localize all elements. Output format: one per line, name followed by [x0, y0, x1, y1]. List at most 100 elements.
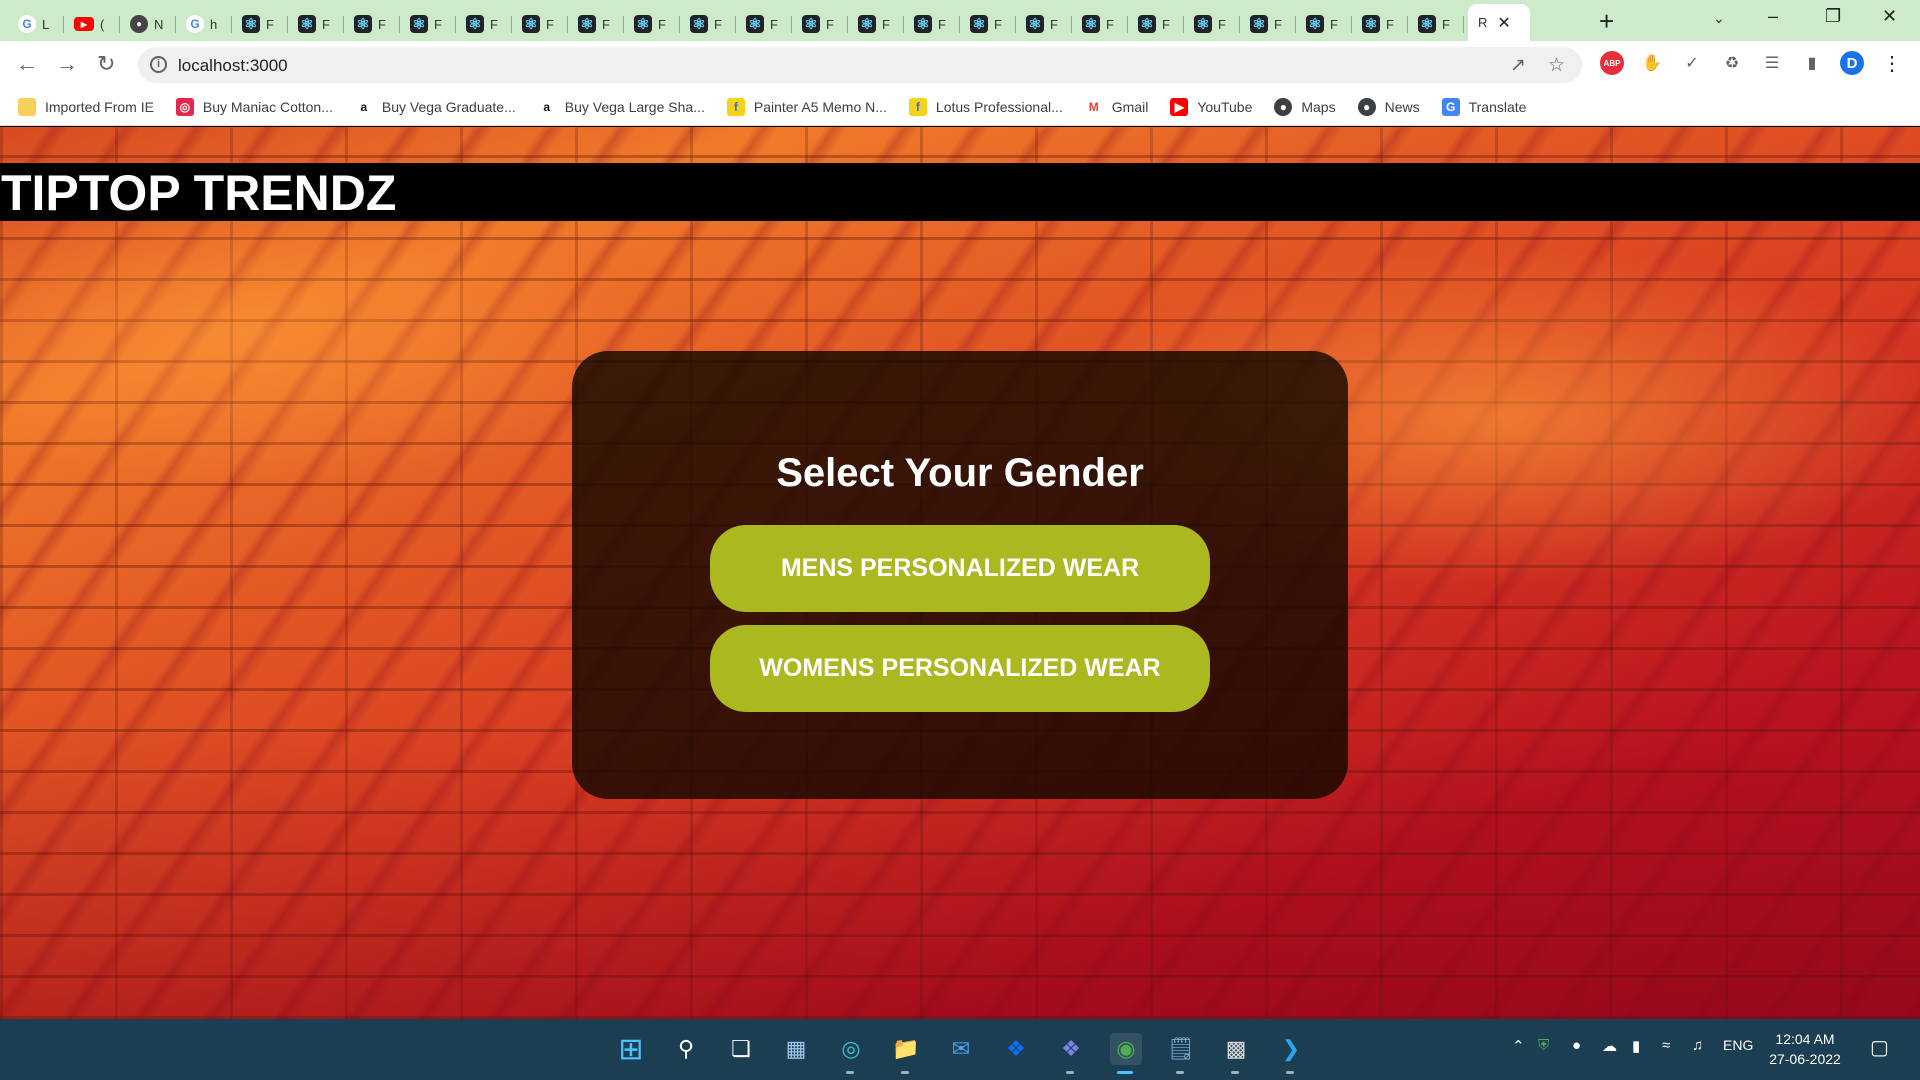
google-icon: G: [186, 15, 204, 33]
wifi-icon[interactable]: ≈: [1662, 1037, 1670, 1054]
close-window-icon[interactable]: ✕: [1882, 6, 1897, 27]
bookmark-label: YouTube: [1197, 99, 1253, 115]
bookmark-item[interactable]: a Buy Vega Graduate...: [355, 98, 516, 116]
running-indicator: [1117, 1071, 1133, 1074]
address-bar[interactable]: i localhost:3000 ↗ ☆: [138, 47, 1582, 83]
tab-title: F: [546, 16, 554, 32]
browser-tab[interactable]: ⚛ F: [680, 7, 736, 41]
tab-title: R: [1478, 15, 1488, 30]
battery-icon[interactable]: ▮: [1632, 1037, 1640, 1055]
media-control-icon[interactable]: ☰: [1760, 51, 1784, 75]
browser-tab[interactable]: ⚛ F: [1016, 7, 1072, 41]
widgets-icon[interactable]: ▦: [780, 1033, 812, 1065]
bookmark-star-icon[interactable]: ☆: [1548, 54, 1565, 77]
browser-tab[interactable]: ⚛ F: [848, 7, 904, 41]
bookmark-item[interactable]: a Buy Vega Large Sha...: [538, 98, 705, 116]
task-view-icon[interactable]: ❏: [725, 1033, 757, 1065]
show-hidden-icons-chevron-icon[interactable]: ⌃: [1512, 1037, 1525, 1055]
bookmark-item[interactable]: ▶ YouTube: [1170, 98, 1252, 116]
bookmark-item[interactable]: ● Maps: [1274, 98, 1336, 116]
bookmark-label: Buy Vega Large Sha...: [564, 99, 705, 115]
teams-tray-icon[interactable]: ●: [1572, 1037, 1581, 1054]
google-icon: G: [18, 15, 36, 33]
notifications-icon[interactable]: ▢: [1870, 1035, 1889, 1060]
tab-title: F: [1218, 16, 1226, 32]
browser-tab[interactable]: ⚛ F: [568, 7, 624, 41]
browser-tab[interactable]: ⚛ F: [344, 7, 400, 41]
browser-tab[interactable]: GL: [8, 7, 64, 41]
forward-icon[interactable]: →: [56, 52, 78, 76]
volume-icon[interactable]: ♫: [1692, 1037, 1703, 1054]
restore-icon[interactable]: ❐: [1825, 6, 1841, 27]
mens-wear-button[interactable]: MENS PERSONALIZED WEAR: [710, 525, 1210, 612]
browser-tab[interactable]: Gh: [176, 7, 232, 41]
tab-title: F: [434, 16, 442, 32]
extensions-puzzle-icon[interactable]: ♻: [1720, 51, 1744, 75]
tab-title: F: [826, 16, 834, 32]
browser-tab[interactable]: ⚛ F: [1296, 7, 1352, 41]
dropbox-icon[interactable]: ❖: [1000, 1033, 1032, 1065]
notepad-icon[interactable]: 🗒: [1165, 1033, 1197, 1065]
browser-tab[interactable]: ⚛ F: [792, 7, 848, 41]
brand-logo-text[interactable]: TIPTOP TRENDZ: [1, 166, 396, 220]
extension-hand-icon[interactable]: ✋: [1640, 51, 1664, 75]
browser-tab[interactable]: ⚛ F: [456, 7, 512, 41]
vscode-icon[interactable]: ❯: [1275, 1033, 1307, 1065]
browser-tab[interactable]: ⚛ F: [1128, 7, 1184, 41]
browser-tab-active[interactable]: R ✕: [1468, 4, 1530, 41]
browser-tab[interactable]: ⚛ F: [512, 7, 568, 41]
close-tab-icon[interactable]: ✕: [1497, 13, 1510, 33]
profile-avatar[interactable]: D: [1840, 51, 1864, 75]
url-text[interactable]: localhost:3000: [178, 56, 288, 76]
browser-tab[interactable]: ⚛ F: [904, 7, 960, 41]
bookmark-item[interactable]: f Painter A5 Memo N...: [726, 98, 887, 116]
file-explorer-icon[interactable]: 📁: [890, 1033, 922, 1065]
terminal-icon[interactable]: ▩: [1220, 1033, 1252, 1065]
browser-tab[interactable]: ⚛ F: [232, 7, 288, 41]
new-tab-button[interactable]: +: [1599, 8, 1614, 34]
teams-icon[interactable]: ❖: [1055, 1033, 1087, 1065]
bookmark-item[interactable]: M Gmail: [1085, 98, 1149, 116]
womens-wear-button[interactable]: WOMENS PERSONALIZED WEAR: [710, 625, 1210, 712]
bookmark-item[interactable]: G Translate: [1441, 98, 1526, 116]
browser-tab[interactable]: ● N: [120, 7, 176, 41]
onedrive-cloud-icon[interactable]: ☁: [1602, 1037, 1617, 1055]
browser-tab[interactable]: ⚛ F: [1072, 7, 1128, 41]
windows-start-icon[interactable]: ⊞: [615, 1033, 647, 1066]
browser-tab[interactable]: ⚛ F: [624, 7, 680, 41]
tab-search-icon[interactable]: ⌄: [1713, 10, 1725, 27]
browser-tab[interactable]: ⚛ F: [960, 7, 1016, 41]
site-info-icon[interactable]: i: [150, 56, 167, 73]
search-icon[interactable]: ⚲: [670, 1033, 702, 1065]
browser-tab[interactable]: ⚛ F: [1408, 7, 1464, 41]
browser-tab[interactable]: ⚛ F: [288, 7, 344, 41]
browser-tab[interactable]: ⚛ F: [400, 7, 456, 41]
translate-icon: G: [1441, 98, 1460, 116]
back-icon[interactable]: ←: [16, 52, 38, 76]
browser-tab[interactable]: ⚛ F: [736, 7, 792, 41]
bookmark-item[interactable]: Imported From IE: [18, 98, 154, 116]
bookmark-item[interactable]: ● News: [1357, 98, 1420, 116]
browser-tab[interactable]: ⚛ F: [1352, 7, 1408, 41]
react-icon: ⚛: [1194, 15, 1212, 33]
browser-tab[interactable]: ▶(: [64, 7, 120, 41]
browser-tab[interactable]: ⚛ F: [1240, 7, 1296, 41]
chrome-icon[interactable]: ◉: [1110, 1033, 1142, 1065]
checkmark-icon[interactable]: ✓: [1680, 51, 1704, 75]
minimize-icon[interactable]: –: [1768, 6, 1778, 27]
defender-shield-icon[interactable]: ⛨: [1538, 1037, 1549, 1054]
tab-title: F: [1386, 16, 1394, 32]
adblock-icon[interactable]: ABP: [1600, 51, 1624, 75]
bookmark-item[interactable]: f Lotus Professional...: [908, 98, 1063, 116]
mail-icon[interactable]: ✉: [945, 1033, 977, 1065]
share-icon[interactable]: ↗: [1510, 54, 1526, 77]
reload-icon[interactable]: ↻: [97, 52, 115, 76]
language-indicator[interactable]: ENG: [1723, 1037, 1753, 1053]
bookmark-label: Maps: [1301, 99, 1336, 115]
edge-icon[interactable]: ◎: [835, 1033, 867, 1065]
menu-kebab-icon[interactable]: ⋮: [1880, 51, 1904, 75]
browser-tab[interactable]: ⚛ F: [1184, 7, 1240, 41]
bookmark-item[interactable]: ◎ Buy Maniac Cotton...: [175, 98, 333, 116]
clock[interactable]: 12:04 AM 27-06-2022: [1765, 1029, 1845, 1069]
side-panel-icon[interactable]: ▮: [1800, 51, 1824, 75]
